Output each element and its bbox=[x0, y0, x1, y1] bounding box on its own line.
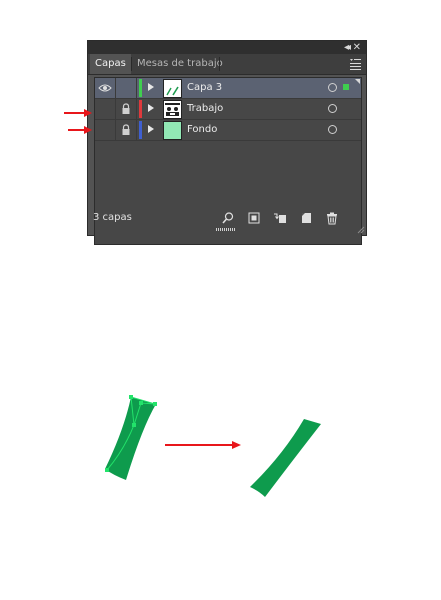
anchor-point bbox=[153, 402, 157, 406]
green-stroke-result bbox=[250, 419, 321, 497]
annotation-layer bbox=[64, 109, 321, 497]
anchor-point bbox=[105, 468, 109, 472]
green-stroke-with-anchors bbox=[105, 395, 157, 480]
red-arrow-trabajo bbox=[64, 109, 92, 117]
anchor-point bbox=[139, 401, 143, 405]
anchor-point bbox=[129, 395, 133, 399]
red-arrow-fondo bbox=[68, 126, 92, 134]
red-arrow-transform bbox=[165, 441, 241, 449]
anchor-point bbox=[132, 423, 136, 427]
